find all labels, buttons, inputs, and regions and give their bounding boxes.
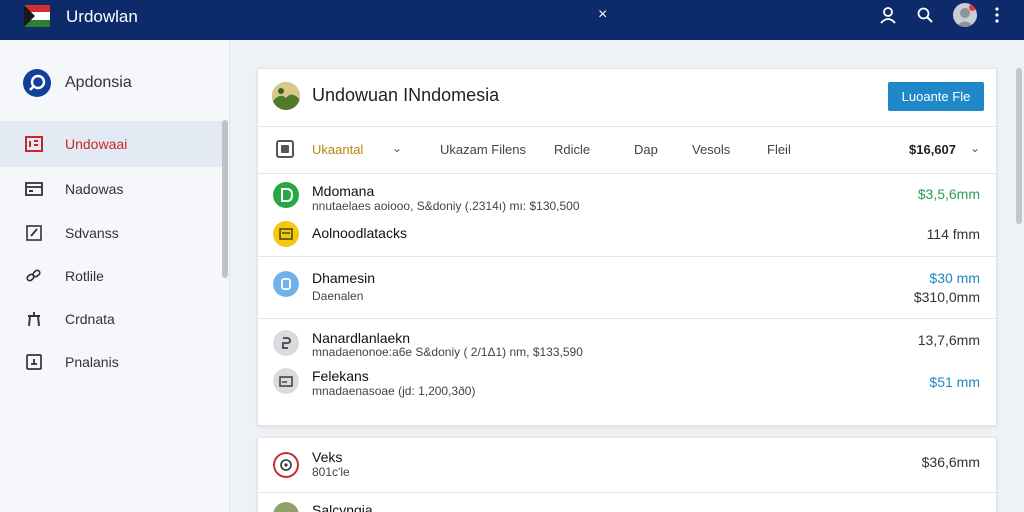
close-icon[interactable]: ×: [598, 6, 607, 24]
notification-dot: [969, 4, 976, 11]
brand-search-icon: [29, 74, 46, 91]
sidebar-item-label: Crdnata: [65, 311, 115, 327]
sidebar-item-label: Rotlile: [65, 268, 104, 284]
row-detail: Daenalen: [312, 289, 364, 303]
chevron-down-icon[interactable]: ⌄: [392, 141, 402, 155]
sidebar-item-label: Pnalanis: [65, 354, 119, 370]
green-d-icon: [273, 182, 299, 208]
edit-icon: [26, 225, 42, 241]
card-avatar: [272, 82, 300, 110]
document-icon: [26, 354, 42, 370]
row-amount: $3,5,6mm: [917, 186, 980, 202]
brand-name: Apdonsia: [65, 74, 132, 91]
column-header[interactable]: Dap: [634, 142, 658, 157]
divider: [258, 256, 998, 257]
sidebar-item-crdnata[interactable]: Crdnata: [0, 296, 222, 342]
brand-logo[interactable]: [23, 69, 51, 97]
landscape-icon: [272, 82, 300, 110]
chevron-down-icon[interactable]: ⌄: [970, 141, 980, 155]
row-amount-secondary: $310,0mm: [913, 289, 980, 305]
photo-icon: [273, 502, 299, 512]
divider: [258, 126, 998, 127]
search-icon[interactable]: [916, 6, 934, 24]
row-amount: $30 mm: [929, 270, 980, 286]
row-name: Aolnoodlatacks: [312, 225, 407, 241]
filter-checkbox[interactable]: [276, 140, 294, 158]
sidebar-item-label: Nadowas: [65, 181, 124, 197]
sidebar-item-pnalanis[interactable]: Pnalanis: [0, 339, 222, 385]
row-name: Mdomana: [312, 183, 375, 199]
column-header[interactable]: Fleil: [767, 142, 791, 157]
yellow-box-icon: [273, 221, 299, 247]
link-icon: [26, 269, 41, 282]
gray-b-icon: [273, 330, 299, 356]
row-detail: nnutaelaes aoiooo, S&doniy (.2314ı) mı: …: [312, 199, 580, 213]
secondary-card: Veks 801c'le $36,6mm Salcyngia: [257, 437, 998, 512]
pin-icon: [28, 312, 40, 327]
row-amount: 13,7,6mm: [917, 332, 980, 348]
window-icon: [25, 182, 43, 196]
sidebar-item-nadowas[interactable]: Nadowas: [0, 166, 222, 212]
sidebar-item-undowaai[interactable]: Undowaai: [0, 121, 222, 167]
divider: [258, 492, 998, 493]
user-icon[interactable]: [879, 6, 897, 24]
blue-circle-icon: [273, 271, 299, 297]
sidebar-item-label: Sdvanss: [65, 225, 119, 241]
divider: [258, 173, 998, 174]
top-bar: Urdowlan ×: [0, 0, 1024, 40]
row-name: Felekans: [312, 368, 369, 384]
column-header[interactable]: Ukazam Filens: [440, 142, 526, 157]
sidebar-item-sdvanss[interactable]: Sdvanss: [0, 210, 222, 256]
row-detail: 801c'le: [312, 465, 350, 479]
column-header[interactable]: Vesols: [692, 142, 730, 157]
page-title: Undowuan INndomesia: [312, 85, 500, 105]
main-card: Undowuan INndomesia Luoante Fle Ukaantal…: [257, 68, 998, 426]
row-amount: 114 fmm: [926, 226, 980, 242]
total-amount: $16,607: [909, 142, 956, 157]
app-title: Urdowlan: [66, 7, 138, 26]
sidebar-item-label: Undowaai: [65, 136, 128, 152]
main-scrollbar[interactable]: [1016, 68, 1022, 224]
filter-select[interactable]: Ukaantal: [312, 142, 363, 157]
red-target-icon: [273, 452, 299, 478]
row-amount: $36,6mm: [921, 454, 980, 470]
gray-screen-icon: [273, 368, 299, 394]
inbox-icon: [25, 136, 43, 152]
divider: [258, 318, 998, 319]
user-avatar[interactable]: [953, 3, 977, 27]
row-name: Salcyngia: [312, 502, 373, 512]
sidebar-item-rotlile[interactable]: Rotlile: [0, 253, 222, 299]
upload-file-button[interactable]: Luoante Fle: [888, 82, 984, 111]
sidebar: Apdonsia Undowaai Nadowas Sdvanss Rotlil…: [0, 40, 230, 512]
row-amount: $51 mm: [929, 374, 980, 390]
row-name: Dhamesin: [312, 270, 376, 286]
row-name: Veks: [312, 449, 343, 465]
column-header[interactable]: Rdicle: [554, 142, 590, 157]
row-detail: mnadaenonoe:a6e S&doniy ( 2/1Δ1) nm, $13…: [312, 345, 583, 359]
sidebar-scrollbar[interactable]: [222, 120, 228, 278]
row-name: Nanardlanlaekn: [312, 330, 411, 346]
more-icon[interactable]: [994, 6, 1000, 24]
row-detail: mnadaenasoae (jd: 1,200,3ð0): [312, 384, 476, 398]
flag-icon: [24, 5, 50, 27]
